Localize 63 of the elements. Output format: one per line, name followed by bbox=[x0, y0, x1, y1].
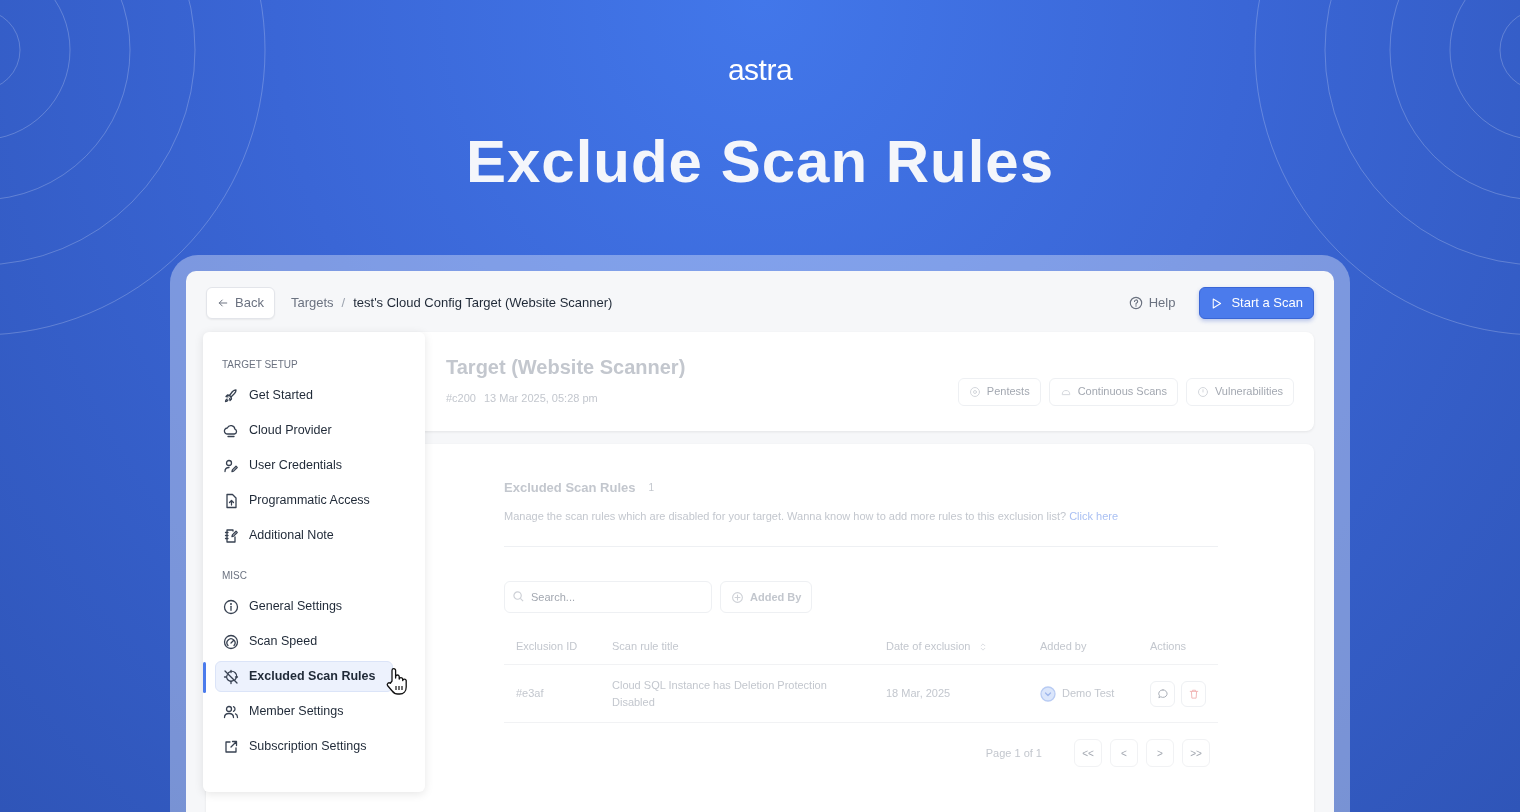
menu-item-icon bbox=[223, 598, 239, 615]
plus-circle-icon bbox=[731, 590, 744, 604]
sidebar-item[interactable]: Get Started bbox=[215, 380, 393, 411]
trash-icon bbox=[1187, 687, 1200, 700]
section-heading: MISC bbox=[221, 568, 248, 583]
sidebar-item[interactable]: General Settings bbox=[215, 591, 393, 622]
table-cell-text: 18 Mar, 2025 bbox=[886, 686, 951, 702]
sidebar-item[interactable]: Member Settings bbox=[215, 696, 393, 727]
start-scan-button[interactable]: Start a Scan bbox=[1199, 287, 1314, 319]
menu-item-icon bbox=[223, 633, 239, 650]
page-button[interactable]: << bbox=[1074, 739, 1102, 767]
column-header: Actions bbox=[1150, 639, 1187, 655]
menu-item-icon bbox=[223, 668, 239, 685]
meta-text: #c200 bbox=[446, 391, 476, 406]
play-icon bbox=[1210, 296, 1224, 310]
comment-button[interactable] bbox=[1150, 680, 1175, 707]
menu-item-icon bbox=[223, 738, 239, 755]
pointer-hand-icon bbox=[385, 667, 409, 695]
menu-item-icon bbox=[223, 703, 239, 720]
menu-item-icon bbox=[223, 387, 239, 404]
count-label: 1 bbox=[647, 481, 656, 496]
comment-icon bbox=[1156, 687, 1169, 700]
column-header: Exclusion ID bbox=[516, 639, 578, 655]
meta-text: 13 Mar 2025, 05:28 pm bbox=[484, 391, 598, 406]
target-tab[interactable]: Continuous Scans bbox=[1048, 377, 1178, 406]
breadcrumb-current: test's Cloud Config Target (Website Scanner) bbox=[353, 294, 613, 313]
breadcrumb-link[interactable]: Targets bbox=[290, 293, 334, 313]
menu-item-icon bbox=[223, 457, 239, 474]
sidebar-item[interactable]: Subscription Settings bbox=[215, 731, 393, 762]
section-title: Excluded Scan Rules bbox=[504, 479, 636, 497]
tab-icon bbox=[968, 385, 981, 398]
help-icon bbox=[1128, 296, 1143, 310]
target-tab[interactable]: Vulnerabilities bbox=[1185, 377, 1294, 406]
headline: Exclude Scan Rules bbox=[465, 127, 1055, 197]
target-title: Target (Website Scanner) bbox=[446, 355, 686, 380]
sidebar-item[interactable]: User Credentials bbox=[215, 450, 393, 481]
column-header: Date of exclusion bbox=[886, 639, 971, 655]
section-heading: TARGET SETUP bbox=[221, 357, 299, 372]
search-field[interactable]: Search... bbox=[504, 581, 712, 613]
logo: astra bbox=[727, 52, 793, 88]
page-button[interactable]: >> bbox=[1182, 739, 1210, 767]
back-button[interactable]: Back bbox=[206, 287, 275, 319]
table-cell-text: Cloud SQL Instance has Deletion Protection Disabled bbox=[612, 678, 828, 710]
table-cell-text: Demo Test bbox=[1062, 686, 1115, 702]
sidebar-item[interactable]: Programmatic Access bbox=[215, 485, 393, 516]
arrow-left-icon bbox=[217, 297, 229, 309]
tab-icon bbox=[1196, 385, 1209, 398]
sidebar-item[interactable]: Additional Note bbox=[215, 520, 393, 551]
help-link[interactable]: Help bbox=[1128, 293, 1176, 313]
menu-item-icon bbox=[223, 422, 239, 439]
column-header: Scan rule title bbox=[612, 639, 679, 655]
menu-item-icon bbox=[223, 527, 239, 544]
target-tab[interactable]: Pentests bbox=[957, 377, 1041, 406]
menu-item-icon bbox=[223, 492, 239, 509]
page-button[interactable]: < bbox=[1110, 739, 1138, 767]
breadcrumb-separator: / bbox=[341, 294, 346, 313]
selection-indicator bbox=[203, 662, 206, 693]
page-button[interactable]: > bbox=[1146, 739, 1174, 767]
sidebar-item[interactable]: Scan Speed bbox=[215, 626, 393, 657]
sidebar-item[interactable]: Cloud Provider bbox=[215, 415, 393, 446]
avatar-icon bbox=[1040, 685, 1056, 702]
table-cell-text: #e3af bbox=[516, 686, 544, 702]
delete-button[interactable] bbox=[1181, 680, 1206, 707]
